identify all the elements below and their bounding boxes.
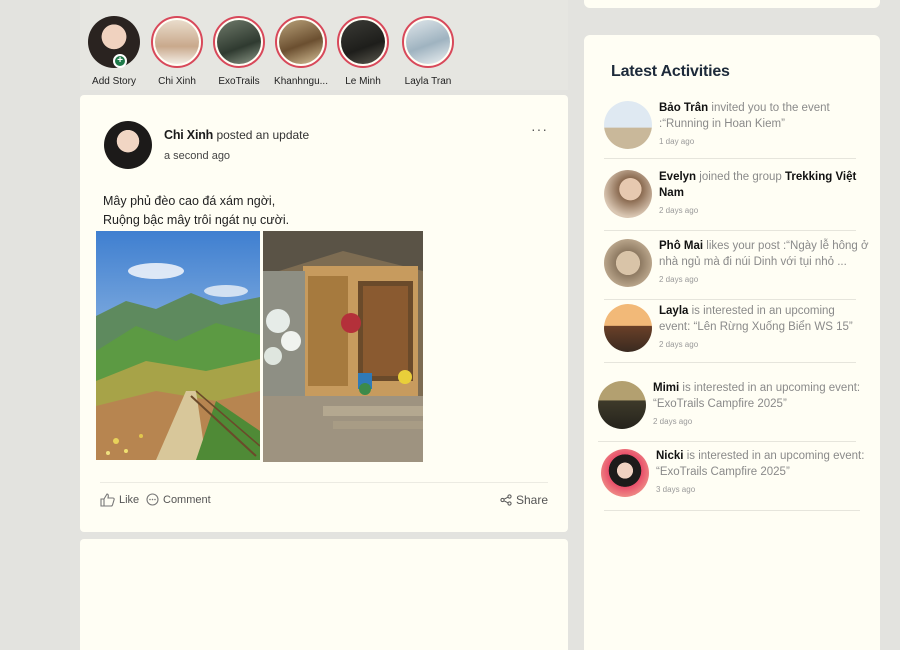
story-exotrails[interactable]: ExoTrails	[204, 16, 274, 87]
post-text: Mây phủ đèo cao đá xám ngời, Ruộng bậc m…	[103, 192, 289, 230]
activity-time: 3 days ago	[656, 485, 696, 494]
activity-item[interactable]: Mimi is interested in an upcoming event:…	[598, 381, 868, 433]
story-label: Chi Xinh	[158, 76, 196, 87]
like-button[interactable]: Like	[100, 493, 139, 507]
latest-activities-panel: Latest Activities Bảo Trân invited you t…	[584, 35, 880, 650]
avatar	[601, 449, 649, 497]
post-image-house[interactable]	[263, 231, 423, 462]
avatar	[604, 304, 652, 352]
activity-item[interactable]: Nicki is interested in an upcoming event…	[601, 449, 871, 501]
comment-button[interactable]: Comment	[146, 493, 211, 506]
avatar	[604, 239, 652, 287]
post-header: Chi Xinh posted an update	[164, 128, 309, 142]
post-card	[80, 539, 568, 650]
avatar	[604, 101, 652, 149]
avatar	[604, 170, 652, 218]
story-add[interactable]: + Add Story	[79, 16, 149, 87]
activity-user[interactable]: Layla	[659, 305, 688, 317]
right-panel-top	[584, 0, 880, 8]
like-label: Like	[119, 494, 140, 506]
stories-bar: + Add Story Chi Xinh ExoTrails Khanhngu.…	[80, 0, 568, 90]
activity-description: is interested in an upcoming event: “Lên…	[659, 305, 853, 333]
story-thumbnail	[341, 20, 385, 64]
activity-description: is interested in an upcoming event: “Exo…	[653, 382, 861, 410]
activity-text: Mimi is interested in an upcoming event:…	[653, 381, 863, 430]
post-text-line: Ruộng bậc mây trôi ngát nụ cười.	[103, 213, 290, 227]
story-label: ExoTrails	[218, 76, 260, 87]
comment-label: Comment	[163, 493, 211, 506]
story-thumbnail	[155, 20, 199, 64]
share-button[interactable]: Share	[500, 493, 548, 507]
activity-text: Layla is interested in an upcoming event…	[659, 304, 869, 353]
activity-user[interactable]: Phô Mai	[659, 240, 703, 252]
activity-user[interactable]: Evelyn	[659, 171, 696, 183]
activity-item[interactable]: Evelyn joined the group Trekking Việt Na…	[604, 170, 874, 222]
divider	[604, 299, 856, 300]
story-label: Le Minh	[345, 76, 381, 87]
story-le-minh[interactable]: Le Minh	[328, 16, 398, 87]
story-layla-tran[interactable]: Layla Tran	[393, 16, 463, 87]
post-action: posted an update	[216, 128, 310, 142]
activity-description: is interested in an upcoming event: “Exo…	[656, 450, 865, 478]
like-icon	[100, 493, 115, 507]
story-thumbnail	[279, 20, 323, 64]
activity-time: 2 days ago	[653, 417, 693, 426]
avatar	[598, 381, 646, 429]
activity-user[interactable]: Nicki	[656, 450, 684, 462]
divider	[604, 158, 856, 159]
more-options-icon[interactable]: ···	[531, 121, 548, 137]
story-khanhnguyen[interactable]: Khanhngu...	[266, 16, 336, 87]
story-chi-xinh[interactable]: Chi Xinh	[142, 16, 212, 87]
comment-icon	[146, 493, 159, 506]
activity-text: Nicki is interested in an upcoming event…	[656, 449, 866, 498]
activity-time: 2 days ago	[659, 206, 699, 215]
activity-time: 2 days ago	[659, 275, 699, 284]
story-thumbnail	[406, 20, 450, 64]
divider	[604, 510, 860, 511]
panel-title: Latest Activities	[611, 63, 730, 80]
post-time: a second ago	[164, 150, 231, 162]
post-text-line: Mây phủ đèo cao đá xám ngời,	[103, 194, 276, 208]
activity-user[interactable]: Bảo Trân	[659, 102, 708, 114]
activity-user[interactable]: Mimi	[653, 382, 679, 394]
story-thumbnail	[217, 20, 261, 64]
post-image-mountains[interactable]	[96, 231, 260, 460]
share-icon	[500, 494, 512, 506]
activity-time: 2 days ago	[659, 340, 699, 349]
activity-item[interactable]: Bảo Trân invited you to the event :“Runn…	[604, 101, 874, 153]
story-label: Add Story	[92, 76, 136, 87]
plus-icon[interactable]: +	[113, 54, 127, 68]
activity-time: 1 day ago	[659, 137, 695, 146]
post-card: Chi Xinh posted an update a second ago ·…	[80, 95, 568, 532]
divider	[604, 230, 856, 231]
activity-description: joined the group	[696, 171, 785, 183]
divider	[598, 441, 856, 442]
activity-item[interactable]: Phô Mai likes your post :“Ngày lễ hông ở…	[604, 239, 874, 291]
story-label: Khanhngu...	[274, 76, 328, 87]
activity-item[interactable]: Layla is interested in an upcoming event…	[604, 304, 874, 356]
post-author[interactable]: Chi Xinh	[164, 128, 213, 142]
divider	[100, 482, 548, 483]
activity-text: Phô Mai likes your post :“Ngày lễ hông ở…	[659, 239, 869, 288]
activity-text: Evelyn joined the group Trekking Việt Na…	[659, 170, 869, 219]
share-label: Share	[515, 493, 548, 507]
divider	[604, 362, 856, 363]
post-actions: Like Comment Share	[100, 493, 548, 513]
story-label: Layla Tran	[404, 76, 452, 87]
avatar[interactable]	[104, 121, 152, 169]
activity-text: Bảo Trân invited you to the event :“Runn…	[659, 101, 869, 150]
